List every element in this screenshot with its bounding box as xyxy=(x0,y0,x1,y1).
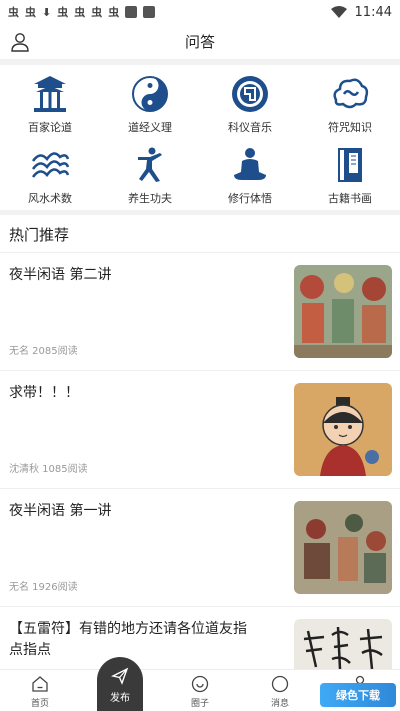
category-label: 风水术数 xyxy=(28,192,72,205)
ancient-book-icon xyxy=(338,148,362,182)
category-label: 养生功夫 xyxy=(128,192,172,205)
circle-icon xyxy=(191,675,209,693)
nav-message[interactable]: 消息 xyxy=(240,670,320,711)
bug-icon: 虫 xyxy=(8,5,19,19)
article-title: 【五雷符】有错的地方还请各位道友指点指点 xyxy=(9,621,247,658)
article-meta: 无名 2085阅读 xyxy=(9,346,78,357)
bug-icon: 虫 xyxy=(108,5,120,19)
category-label: 科仪音乐 xyxy=(228,121,272,134)
send-icon xyxy=(111,667,129,685)
article-title: 夜半闲语 第一讲 xyxy=(9,503,112,519)
article-meta: 无名 1926阅读 xyxy=(9,582,78,593)
category-label: 古籍书画 xyxy=(328,192,372,205)
download-icon: ⬇ xyxy=(42,5,52,19)
page-title: 问答 xyxy=(184,33,215,51)
divider xyxy=(0,60,400,65)
divider xyxy=(0,210,400,215)
category-item-yangsheng[interactable]: 养生功夫 xyxy=(100,137,200,208)
mural-painting-image xyxy=(294,501,392,594)
article-thumbnail xyxy=(294,265,392,358)
category-item-daojing[interactable]: 道经义理 xyxy=(100,66,200,137)
article-item[interactable]: 求带！！！ 沈清秋 1085阅读 xyxy=(0,371,400,489)
user-profile-icon[interactable] xyxy=(10,32,30,52)
ritual-circle-icon xyxy=(232,76,268,112)
app-notification-icon xyxy=(143,6,156,18)
article-title: 求带！！！ xyxy=(9,385,79,401)
nav-label: 首页 xyxy=(30,699,49,709)
article-thumbnail xyxy=(294,383,392,476)
bug-icon: 虫 xyxy=(25,5,36,19)
watermark-logo: 绿色下载 xyxy=(320,683,396,707)
martial-arts-icon xyxy=(138,147,162,182)
article-thumbnail xyxy=(294,501,392,594)
wifi-icon xyxy=(330,6,347,18)
category-item-keyi[interactable]: 科仪音乐 xyxy=(200,66,300,137)
notification-icons: 虫 虫 ⬇ 虫 虫 虫 虫 xyxy=(8,5,156,19)
publish-label: 发布 xyxy=(110,693,130,704)
section-title: 热门推荐 xyxy=(9,226,70,244)
nav-circle[interactable]: 圈子 xyxy=(160,670,240,711)
status-bar: 虫 虫 ⬇ 虫 虫 虫 虫 11:44 xyxy=(0,0,400,24)
category-label: 百家论道 xyxy=(28,121,72,134)
watermark-text: 绿色下载 xyxy=(336,689,380,702)
category-label: 修行体悟 xyxy=(228,192,272,205)
article-title: 夜半闲语 第二讲 xyxy=(9,267,112,283)
category-label: 符咒知识 xyxy=(328,121,372,134)
article-item[interactable]: 夜半闲语 第一讲 无名 1926阅读 xyxy=(0,489,400,607)
category-item-baijia[interactable]: 百家论道 xyxy=(0,66,100,137)
status-time: 11:44 xyxy=(354,4,392,20)
publish-button[interactable]: 发布 xyxy=(97,657,143,711)
category-item-fuzhou[interactable]: 符咒知识 xyxy=(300,66,400,137)
bug-icon: 虫 xyxy=(74,5,86,19)
talisman-calligraphy-image xyxy=(294,619,392,675)
bug-icon: 虫 xyxy=(57,5,69,19)
mural-painting-image xyxy=(294,265,392,358)
meditation-icon xyxy=(234,148,266,180)
bug-icon: 虫 xyxy=(91,5,103,19)
waves-icon xyxy=(31,152,70,178)
article-meta: 沈清秋 1085阅读 xyxy=(9,464,88,475)
yin-yang-icon xyxy=(132,76,168,112)
message-icon xyxy=(271,675,289,693)
app-notification-icon xyxy=(125,6,138,18)
cartoon-taoist-image xyxy=(294,383,392,476)
category-item-fengshui[interactable]: 风水术数 xyxy=(0,137,100,208)
home-icon xyxy=(32,676,48,692)
app-header: 问答 xyxy=(0,24,400,60)
category-item-guji[interactable]: 古籍书画 xyxy=(300,137,400,208)
category-grid: 百家论道 道经义理 科仪音乐 符咒知识 风水术数 养生功夫 修行体悟 古籍书画 xyxy=(0,66,400,208)
article-item[interactable]: 夜半闲语 第二讲 无名 2085阅读 xyxy=(0,253,400,371)
nav-home[interactable]: 首页 xyxy=(0,670,80,711)
cloud-talisman-icon xyxy=(333,78,369,109)
temple-icon xyxy=(34,76,66,112)
category-item-xiuxing[interactable]: 修行体悟 xyxy=(200,137,300,208)
category-label: 道经义理 xyxy=(128,121,172,134)
nav-label: 圈子 xyxy=(190,699,209,709)
nav-label: 消息 xyxy=(270,699,289,709)
article-thumbnail xyxy=(294,619,392,675)
